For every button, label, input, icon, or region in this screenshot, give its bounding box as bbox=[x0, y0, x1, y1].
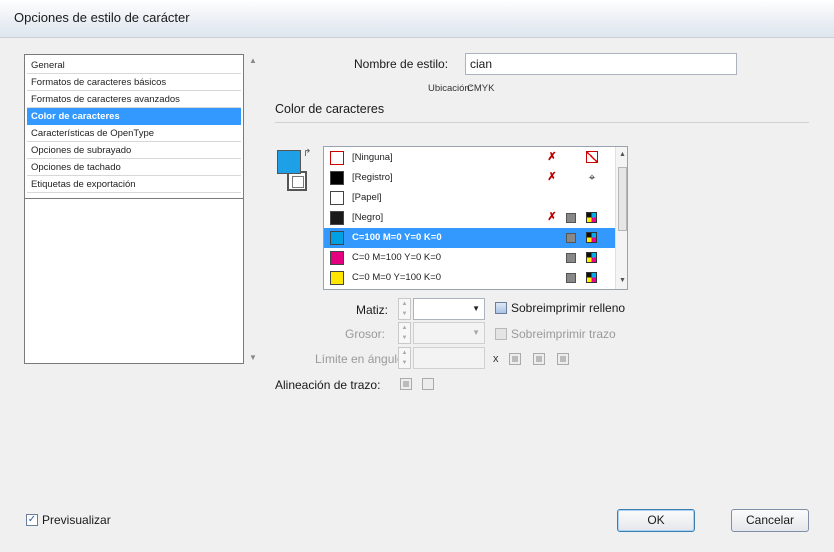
weight-label: Grosor: bbox=[345, 327, 386, 341]
swatch-chip bbox=[330, 271, 344, 285]
stroke-alignment-label: Alineación de trazo: bbox=[275, 378, 381, 392]
process-icon bbox=[566, 213, 576, 223]
swatch-row[interactable]: C=0 M=100 Y=0 K=0 bbox=[324, 248, 615, 268]
process-icon bbox=[566, 253, 576, 263]
style-name-input[interactable]: cian bbox=[465, 53, 737, 75]
no-edit-icon: ✗ bbox=[547, 151, 557, 163]
category-opentype[interactable]: Características de OpenType bbox=[27, 125, 241, 142]
title-bar: Opciones de estilo de carácter bbox=[0, 0, 834, 38]
stroke-swatch[interactable] bbox=[287, 171, 307, 191]
swatch-chip bbox=[330, 251, 344, 265]
cmyk-icon bbox=[586, 272, 597, 283]
scroll-up-icon[interactable]: ▲ bbox=[249, 56, 257, 65]
overprint-fill-checkbox[interactable] bbox=[495, 302, 507, 314]
fill-swatch[interactable] bbox=[277, 150, 301, 174]
section-title: Color de caracteres bbox=[275, 102, 385, 116]
chevron-down-icon[interactable]: ▼ bbox=[472, 304, 480, 313]
swatch-row[interactable]: [Ninguna] ✗ bbox=[324, 148, 615, 168]
miter-limit-label: Límite en ángulo: bbox=[315, 352, 408, 366]
scroll-up-icon[interactable]: ▲ bbox=[619, 151, 626, 158]
scroll-down-icon[interactable]: ▼ bbox=[619, 277, 626, 284]
category-underline[interactable]: Opciones de subrayado bbox=[27, 142, 241, 159]
overprint-stroke-checkbox[interactable] bbox=[495, 328, 507, 340]
round-join-icon[interactable] bbox=[533, 353, 545, 365]
swatch-row[interactable]: [Papel] bbox=[324, 188, 615, 208]
swatch-name: [Papel] bbox=[352, 192, 382, 203]
location-label: Ubicación: bbox=[428, 83, 473, 94]
swap-fill-stroke-icon[interactable]: ↱ bbox=[303, 148, 311, 159]
tint-stepper[interactable]: ▲ ▼ bbox=[398, 298, 411, 320]
overprint-stroke-label: Sobreimprimir trazo bbox=[511, 327, 616, 341]
swatch-chip bbox=[330, 191, 344, 205]
process-icon bbox=[566, 273, 576, 283]
ok-button[interactable]: OK bbox=[617, 509, 695, 532]
swatch-name: C=100 M=0 Y=0 K=0 bbox=[352, 232, 442, 243]
swatch-chip bbox=[330, 171, 344, 185]
dialog-title: Opciones de estilo de carácter bbox=[14, 10, 190, 25]
category-list-items: General Formatos de caracteres básicos F… bbox=[25, 55, 243, 199]
category-scrollbar[interactable]: ▲ ▼ bbox=[246, 54, 260, 364]
chevron-down-icon[interactable]: ▼ bbox=[472, 328, 480, 337]
preview-checkbox[interactable]: ✓ bbox=[26, 514, 38, 526]
tint-field[interactable]: ▼ bbox=[413, 298, 485, 320]
swatch-chip bbox=[330, 211, 344, 225]
category-export-tags[interactable]: Etiquetas de exportación bbox=[27, 176, 241, 193]
miter-stepper[interactable]: ▲ ▼ bbox=[398, 347, 411, 369]
weight-field[interactable]: ▼ bbox=[413, 322, 485, 344]
swatch-name: [Negro] bbox=[352, 212, 384, 223]
category-advanced-formats[interactable]: Formatos de caracteres avanzados bbox=[27, 91, 241, 108]
tint-label: Matiz: bbox=[356, 303, 389, 317]
miter-field[interactable] bbox=[413, 347, 485, 369]
cancel-button[interactable]: Cancelar bbox=[731, 509, 809, 532]
process-icon bbox=[566, 233, 576, 243]
scroll-down-icon[interactable]: ▼ bbox=[249, 353, 257, 362]
align-center-icon[interactable] bbox=[400, 378, 412, 390]
scroll-thumb[interactable] bbox=[618, 167, 627, 231]
overprint-fill-label: Sobreimprimir relleno bbox=[511, 301, 626, 315]
no-edit-icon: ✗ bbox=[547, 211, 557, 223]
swatch-name: C=0 M=0 Y=100 K=0 bbox=[352, 272, 442, 283]
registration-icon: ⌖ bbox=[588, 170, 596, 184]
cmyk-icon bbox=[586, 252, 597, 263]
miter-join-icon[interactable] bbox=[509, 353, 521, 365]
category-basic-formats[interactable]: Formatos de caracteres básicos bbox=[27, 74, 241, 91]
swatch-row-selected[interactable]: C=100 M=0 Y=0 K=0 bbox=[324, 228, 615, 248]
cmyk-icon bbox=[586, 212, 597, 223]
align-outside-icon[interactable] bbox=[422, 378, 434, 390]
weight-stepper[interactable]: ▲ ▼ bbox=[398, 322, 411, 344]
swatch-name: C=0 M=100 Y=0 K=0 bbox=[352, 252, 442, 263]
swatch-scrollbar[interactable]: ▲ ▼ bbox=[615, 147, 627, 289]
swatch-row[interactable]: C=0 M=0 Y=100 K=0 bbox=[324, 268, 615, 288]
swatch-row[interactable]: [Negro] ✗ bbox=[324, 208, 615, 228]
category-general[interactable]: General bbox=[27, 57, 241, 74]
location-value: CMYK bbox=[467, 83, 495, 94]
category-list: General Formatos de caracteres básicos F… bbox=[24, 54, 244, 364]
section-divider bbox=[275, 122, 809, 123]
bevel-join-icon[interactable] bbox=[557, 353, 569, 365]
swatch-name: [Registro] bbox=[352, 172, 393, 183]
miter-x-label: x bbox=[493, 353, 499, 365]
style-name-label: Nombre de estilo: bbox=[354, 57, 449, 71]
swatch-chip-none bbox=[330, 151, 344, 165]
preview-label: Previsualizar bbox=[42, 513, 111, 527]
swatch-list: [Ninguna] ✗ [Registro] ✗ ⌖ [Papel] [Negr… bbox=[323, 146, 628, 290]
category-character-color[interactable]: Color de caracteres bbox=[27, 108, 241, 125]
category-strikethrough[interactable]: Opciones de tachado bbox=[27, 159, 241, 176]
swatch-row[interactable]: [Registro] ✗ ⌖ bbox=[324, 168, 615, 188]
swatch-name: [Ninguna] bbox=[352, 152, 393, 163]
none-icon bbox=[586, 151, 598, 163]
cmyk-icon bbox=[586, 232, 597, 243]
swatch-chip bbox=[330, 231, 344, 245]
no-edit-icon: ✗ bbox=[547, 171, 557, 183]
